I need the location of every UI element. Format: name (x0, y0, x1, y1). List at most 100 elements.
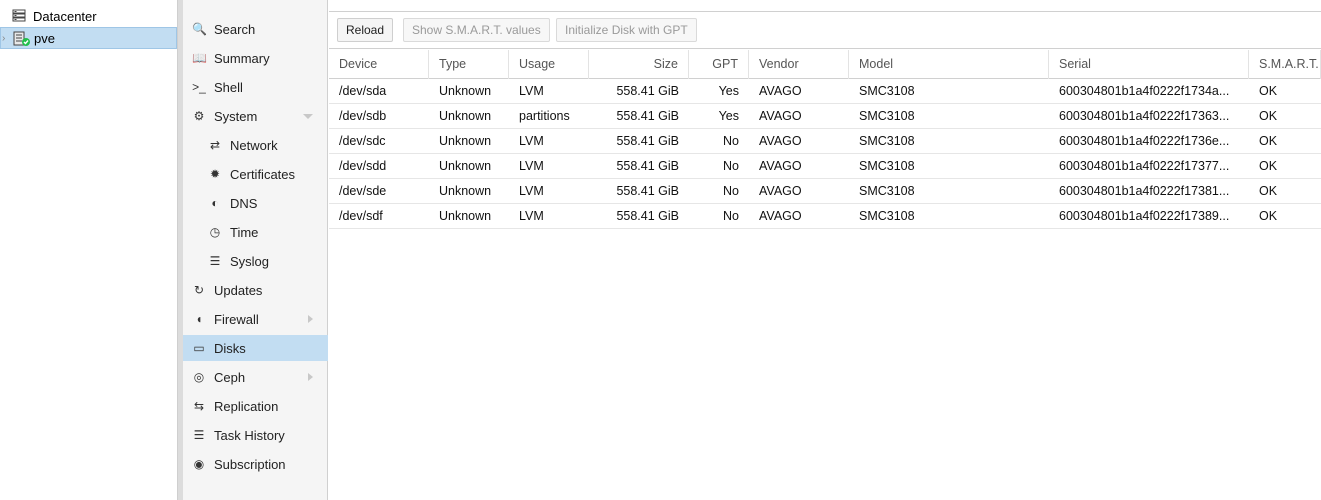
list-alt-icon: ☰ (193, 428, 205, 442)
cell-vendor: AVAGO (759, 84, 802, 98)
nav-item-label: Firewall (214, 311, 259, 327)
column-header-model[interactable]: Model (849, 50, 1049, 79)
cell-serial: 600304801b1a4f0222f17363... (1059, 109, 1230, 123)
hdd-icon: ▭ (193, 341, 205, 355)
column-header-device[interactable]: Device (329, 50, 429, 79)
nav-item-firewall[interactable]: ◖ Firewall (183, 306, 328, 332)
node-nav-menu: 🔍 Search 📖 Summary >_ Shell ⚙ System ⇄ Network ✹ Ce… (183, 0, 328, 500)
cell-model: SMC3108 (859, 109, 915, 123)
nav-item-disks[interactable]: ▭ Disks (183, 335, 328, 361)
nav-item-syslog[interactable]: ☰ Syslog (183, 248, 328, 274)
nav-item-label: Disks (214, 340, 246, 356)
column-header-type[interactable]: Type (429, 50, 509, 79)
nav-item-label: Network (230, 137, 278, 153)
column-header-vendor[interactable]: Vendor (749, 50, 849, 79)
support-icon: ◉ (193, 457, 205, 471)
cell-size: 558.41 GiB (616, 109, 679, 123)
caret-right-icon[interactable] (308, 373, 313, 381)
grid-header: Device Type Usage Size GPT Vendor Model Serial S… (329, 50, 1321, 79)
cell-serial: 600304801b1a4f0222f1734a... (1059, 84, 1230, 98)
cell-gpt: No (723, 159, 739, 173)
nav-item-subscription[interactable]: ◉ Subscription (183, 451, 328, 477)
cell-serial: 600304801b1a4f0222f1736e... (1059, 134, 1230, 148)
resource-tree: Datacenter › pve (0, 0, 178, 500)
table-row[interactable]: /dev/sdd Unknown LVM 558.41 GiB No AVAGO SMC31… (329, 154, 1321, 179)
list-icon: ☰ (209, 254, 221, 268)
shield-icon: ◖ (195, 312, 203, 326)
retweet-icon: ⇆ (193, 399, 205, 413)
init-gpt-button[interactable]: Initialize Disk with GPT (556, 18, 697, 42)
nav-item-label: Certificates (230, 166, 296, 182)
tree-item-datacenter[interactable]: Datacenter (0, 5, 177, 27)
nav-item-label: Syslog (230, 253, 270, 269)
caret-down-icon[interactable] (303, 114, 313, 119)
tree-item-node-pve[interactable]: › pve (0, 27, 177, 49)
cell-model: SMC3108 (859, 134, 915, 148)
nav-item-dns[interactable]: ◐ DNS (183, 190, 328, 216)
disks-grid: Device Type Usage Size GPT Vendor Model Serial S… (329, 50, 1321, 229)
panel-header-edge (329, 0, 1321, 12)
cell-vendor: AVAGO (759, 109, 802, 123)
cell-model: SMC3108 (859, 209, 915, 223)
table-row[interactable]: /dev/sdb Unknown partitions 558.41 GiB Yes AV… (329, 104, 1321, 129)
cell-device: /dev/sda (339, 84, 387, 98)
refresh-icon: ↻ (193, 283, 205, 297)
column-header-serial[interactable]: Serial (1049, 50, 1249, 79)
cell-gpt: No (723, 184, 739, 198)
nav-item-label: Task History (214, 427, 285, 443)
cell-device: /dev/sdb (339, 109, 387, 123)
table-row[interactable]: /dev/sdf Unknown LVM 558.41 GiB No AVAGO SMC31… (329, 204, 1321, 229)
nav-item-label: System (214, 108, 258, 124)
disks-panel: Reload Show S.M.A.R.T. values Initialize… (329, 0, 1321, 500)
cell-smart: OK (1259, 184, 1278, 198)
caret-right-icon[interactable] (308, 315, 313, 323)
show-smart-button[interactable]: Show S.M.A.R.T. values (403, 18, 550, 42)
cell-usage: LVM (519, 184, 544, 198)
chevron-right-icon[interactable]: › (2, 33, 11, 44)
globe-icon: ◐ (211, 196, 219, 210)
nav-item-system[interactable]: ⚙ System (183, 103, 328, 129)
cell-gpt: No (723, 209, 739, 223)
nav-item-summary[interactable]: 📖 Summary (183, 45, 328, 71)
table-row[interactable]: /dev/sdc Unknown LVM 558.41 GiB No AVAGO SMC31… (329, 129, 1321, 154)
cell-usage: partitions (519, 109, 570, 123)
cell-size: 558.41 GiB (616, 84, 679, 98)
nav-item-network[interactable]: ⇄ Network (183, 132, 328, 158)
nav-item-label: DNS (230, 195, 258, 211)
node-online-icon (13, 31, 30, 46)
proxmox-window: Datacenter › pve 🔍 Search 📖 Summary >_ Shell ⚙… (0, 0, 1321, 500)
nav-item-search[interactable]: 🔍 Search (183, 16, 328, 42)
nav-item-label: Replication (214, 398, 279, 414)
server-stack-icon (12, 9, 28, 23)
nav-item-task-history[interactable]: ☰ Task History (183, 422, 328, 448)
column-header-usage[interactable]: Usage (509, 50, 589, 79)
nav-item-replication[interactable]: ⇆ Replication (183, 393, 328, 419)
nav-item-certificates[interactable]: ✹ Certificates (183, 161, 328, 187)
cell-usage: LVM (519, 134, 544, 148)
cell-usage: LVM (519, 84, 544, 98)
cell-smart: OK (1259, 209, 1278, 223)
table-row[interactable]: /dev/sda Unknown LVM 558.41 GiB Yes AVAGO SMC3… (329, 79, 1321, 104)
reload-button[interactable]: Reload (337, 18, 394, 42)
cell-device: /dev/sde (339, 184, 387, 198)
nav-item-ceph[interactable]: ◎ Ceph (183, 364, 328, 390)
column-header-smart[interactable]: S.M.A.R.T. (1249, 50, 1321, 79)
cell-type: Unknown (439, 109, 492, 123)
column-header-gpt[interactable]: GPT (689, 50, 749, 79)
column-header-size[interactable]: Size (589, 50, 689, 79)
nav-item-updates[interactable]: ↻ Updates (183, 277, 328, 303)
search-icon: 🔍 (192, 22, 207, 36)
certificate-icon: ✹ (209, 167, 221, 181)
nav-item-label: Ceph (214, 369, 246, 385)
cell-device: /dev/sdc (339, 134, 386, 148)
cell-usage: LVM (519, 159, 544, 173)
exchange-icon: ⇄ (209, 138, 221, 152)
cell-vendor: AVAGO (759, 159, 802, 173)
cell-device: /dev/sdf (339, 209, 383, 223)
nav-item-shell[interactable]: >_ Shell (183, 74, 328, 100)
cell-vendor: AVAGO (759, 184, 802, 198)
table-row[interactable]: /dev/sde Unknown LVM 558.41 GiB No AVAGO SMC31… (329, 179, 1321, 204)
cell-device: /dev/sdd (339, 159, 387, 173)
terminal-icon: >_ (192, 80, 206, 94)
nav-item-time[interactable]: ◷ Time (183, 219, 328, 245)
